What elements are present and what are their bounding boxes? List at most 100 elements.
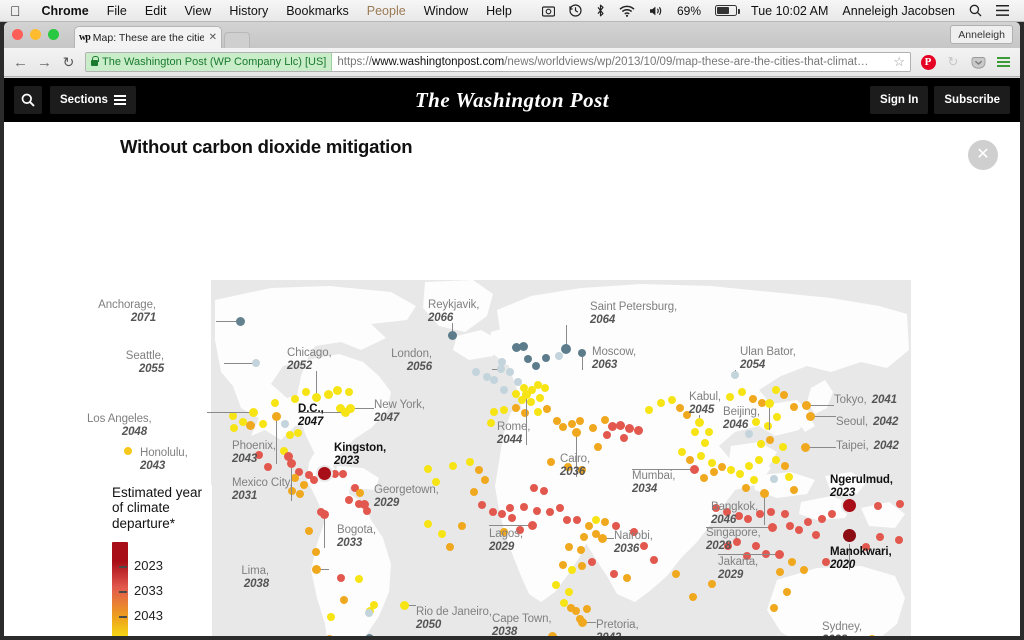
map-data-point: [710, 468, 718, 476]
map-label-nairobi: Nairobi, 2036: [614, 530, 653, 556]
address-bar[interactable]: The Washington Post (WP Company Llc) [US…: [85, 52, 911, 72]
sections-button[interactable]: Sections: [50, 86, 136, 114]
map-data-point: [650, 556, 658, 564]
bluetooth-icon[interactable]: [589, 4, 612, 17]
map-data-point: [327, 613, 335, 621]
city-name: Sydney,: [822, 621, 862, 633]
city-name: Lima,: [241, 565, 269, 577]
city-name: Reykjavik,: [428, 299, 480, 311]
bookmark-star-icon[interactable]: ☆: [888, 54, 910, 70]
city-year: 2046: [723, 418, 749, 431]
map-label-lagos: Lagos, 2029: [489, 528, 523, 554]
map-data-point: [822, 558, 830, 566]
map-data-point: [776, 568, 784, 576]
url-host: www.washingtonpost.com: [371, 56, 505, 68]
reload-icon[interactable]: ↻: [58, 52, 79, 73]
map-data-point: [555, 352, 563, 360]
chrome-menu-icon[interactable]: [992, 51, 1014, 73]
menu-bar-username[interactable]: Anneleigh Jacobsen: [835, 4, 962, 18]
spotlight-search-icon[interactable]: [962, 4, 989, 17]
menu-bar-clock[interactable]: Tue 10:02 AM: [744, 4, 835, 18]
window-traffic-lights: [12, 29, 59, 40]
map-data-point: [745, 462, 753, 470]
map-data-point: [291, 395, 299, 403]
map-data-point: [645, 406, 653, 414]
battery-icon[interactable]: [708, 5, 744, 16]
site-search-button[interactable]: [14, 86, 42, 114]
map-data-point: [533, 507, 541, 515]
map-data-point: [512, 404, 520, 412]
map-data-point: [530, 484, 538, 492]
map-data-point: [790, 486, 798, 494]
close-overlay-button[interactable]: ✕: [968, 140, 998, 170]
menu-item-window[interactable]: Window: [415, 4, 477, 18]
site-security-badge[interactable]: The Washington Post (WP Company Llc) [US…: [86, 53, 333, 71]
time-machine-icon[interactable]: [562, 4, 589, 17]
menu-bar-status-area: 69% Tue 10:02 AM Anneleigh Jacobsen: [535, 4, 1024, 18]
close-tab-icon[interactable]: ✕: [207, 32, 217, 43]
menu-item-file[interactable]: File: [98, 4, 136, 18]
map-data-point: [542, 354, 550, 362]
map-data-point: [364, 633, 374, 636]
sections-label: Sections: [60, 94, 108, 106]
map-data-point: [615, 420, 625, 430]
profile-button[interactable]: Anneleigh: [950, 25, 1013, 44]
screenshot-icon[interactable]: [535, 5, 562, 17]
browser-tab-strip: wp Map: These are the cities t ✕ Annelei…: [4, 22, 1020, 48]
map-data-point: [518, 341, 528, 351]
apple-icon[interactable]: : [0, 4, 33, 18]
menu-item-chrome[interactable]: Chrome: [33, 4, 98, 18]
map-label-honolulu: Honolulu, 2043: [140, 447, 188, 473]
close-window-button[interactable]: [12, 29, 23, 40]
map-data-point: [705, 428, 713, 436]
map-label-new-york: New York, 2047: [374, 399, 425, 425]
map-data-point: [305, 527, 313, 535]
map-data-point: [552, 581, 560, 589]
map-point-mexico-city: [286, 458, 296, 468]
menu-item-help[interactable]: Help: [477, 4, 521, 18]
map-label-anchorage: Anchorage, 2071: [96, 299, 156, 325]
city-name: Cape Town,: [492, 613, 552, 625]
map-data-point: [594, 443, 602, 451]
map-data-point: [229, 412, 237, 420]
map-point-new-york: [345, 403, 355, 413]
reload-extension-icon[interactable]: ↻: [942, 51, 964, 73]
new-tab-button[interactable]: [224, 32, 250, 48]
search-icon: [21, 93, 35, 107]
volume-icon[interactable]: [642, 5, 670, 17]
map-point-cairo: [571, 427, 581, 437]
label-leader-line: [276, 416, 277, 464]
map-data-point: [340, 596, 348, 604]
menu-item-bookmarks[interactable]: Bookmarks: [277, 4, 358, 18]
wifi-icon[interactable]: [612, 5, 642, 17]
map-label-saint-petersburg: Saint Petersburg, 2064: [590, 301, 677, 327]
pocket-extension-icon[interactable]: [967, 51, 989, 73]
city-year: 2047: [374, 411, 400, 424]
back-icon[interactable]: ←: [10, 52, 31, 73]
browser-tab[interactable]: wp Map: These are the cities t ✕: [74, 26, 222, 48]
menu-item-view[interactable]: View: [175, 4, 220, 18]
maximize-window-button[interactable]: [48, 29, 59, 40]
pinterest-extension-icon[interactable]: P: [917, 51, 939, 73]
sign-in-button[interactable]: Sign In: [870, 86, 929, 114]
map-data-point: [470, 488, 478, 496]
minimize-window-button[interactable]: [30, 29, 41, 40]
notification-center-icon[interactable]: [989, 5, 1016, 16]
map-data-point: [767, 508, 775, 516]
map-label-phoenix: Phoenix, 2043: [232, 440, 276, 466]
menu-item-history[interactable]: History: [220, 4, 277, 18]
menu-item-edit[interactable]: Edit: [136, 4, 176, 18]
map-data-point: [489, 508, 497, 516]
menu-item-people[interactable]: People: [358, 4, 415, 18]
map-data-point: [302, 388, 310, 396]
map-point-honolulu: [124, 447, 132, 455]
map-point-ulan-bator: [731, 371, 739, 379]
lock-icon: [91, 56, 99, 66]
subscribe-button[interactable]: Subscribe: [934, 86, 1010, 114]
city-year: 2056: [406, 360, 432, 373]
map-data-point: [475, 466, 483, 474]
forward-icon[interactable]: →: [34, 52, 55, 73]
map-point-reykjavik: [447, 330, 457, 340]
map-point-rio-de-janeiro: [399, 600, 409, 610]
city-name: New York,: [374, 399, 425, 411]
